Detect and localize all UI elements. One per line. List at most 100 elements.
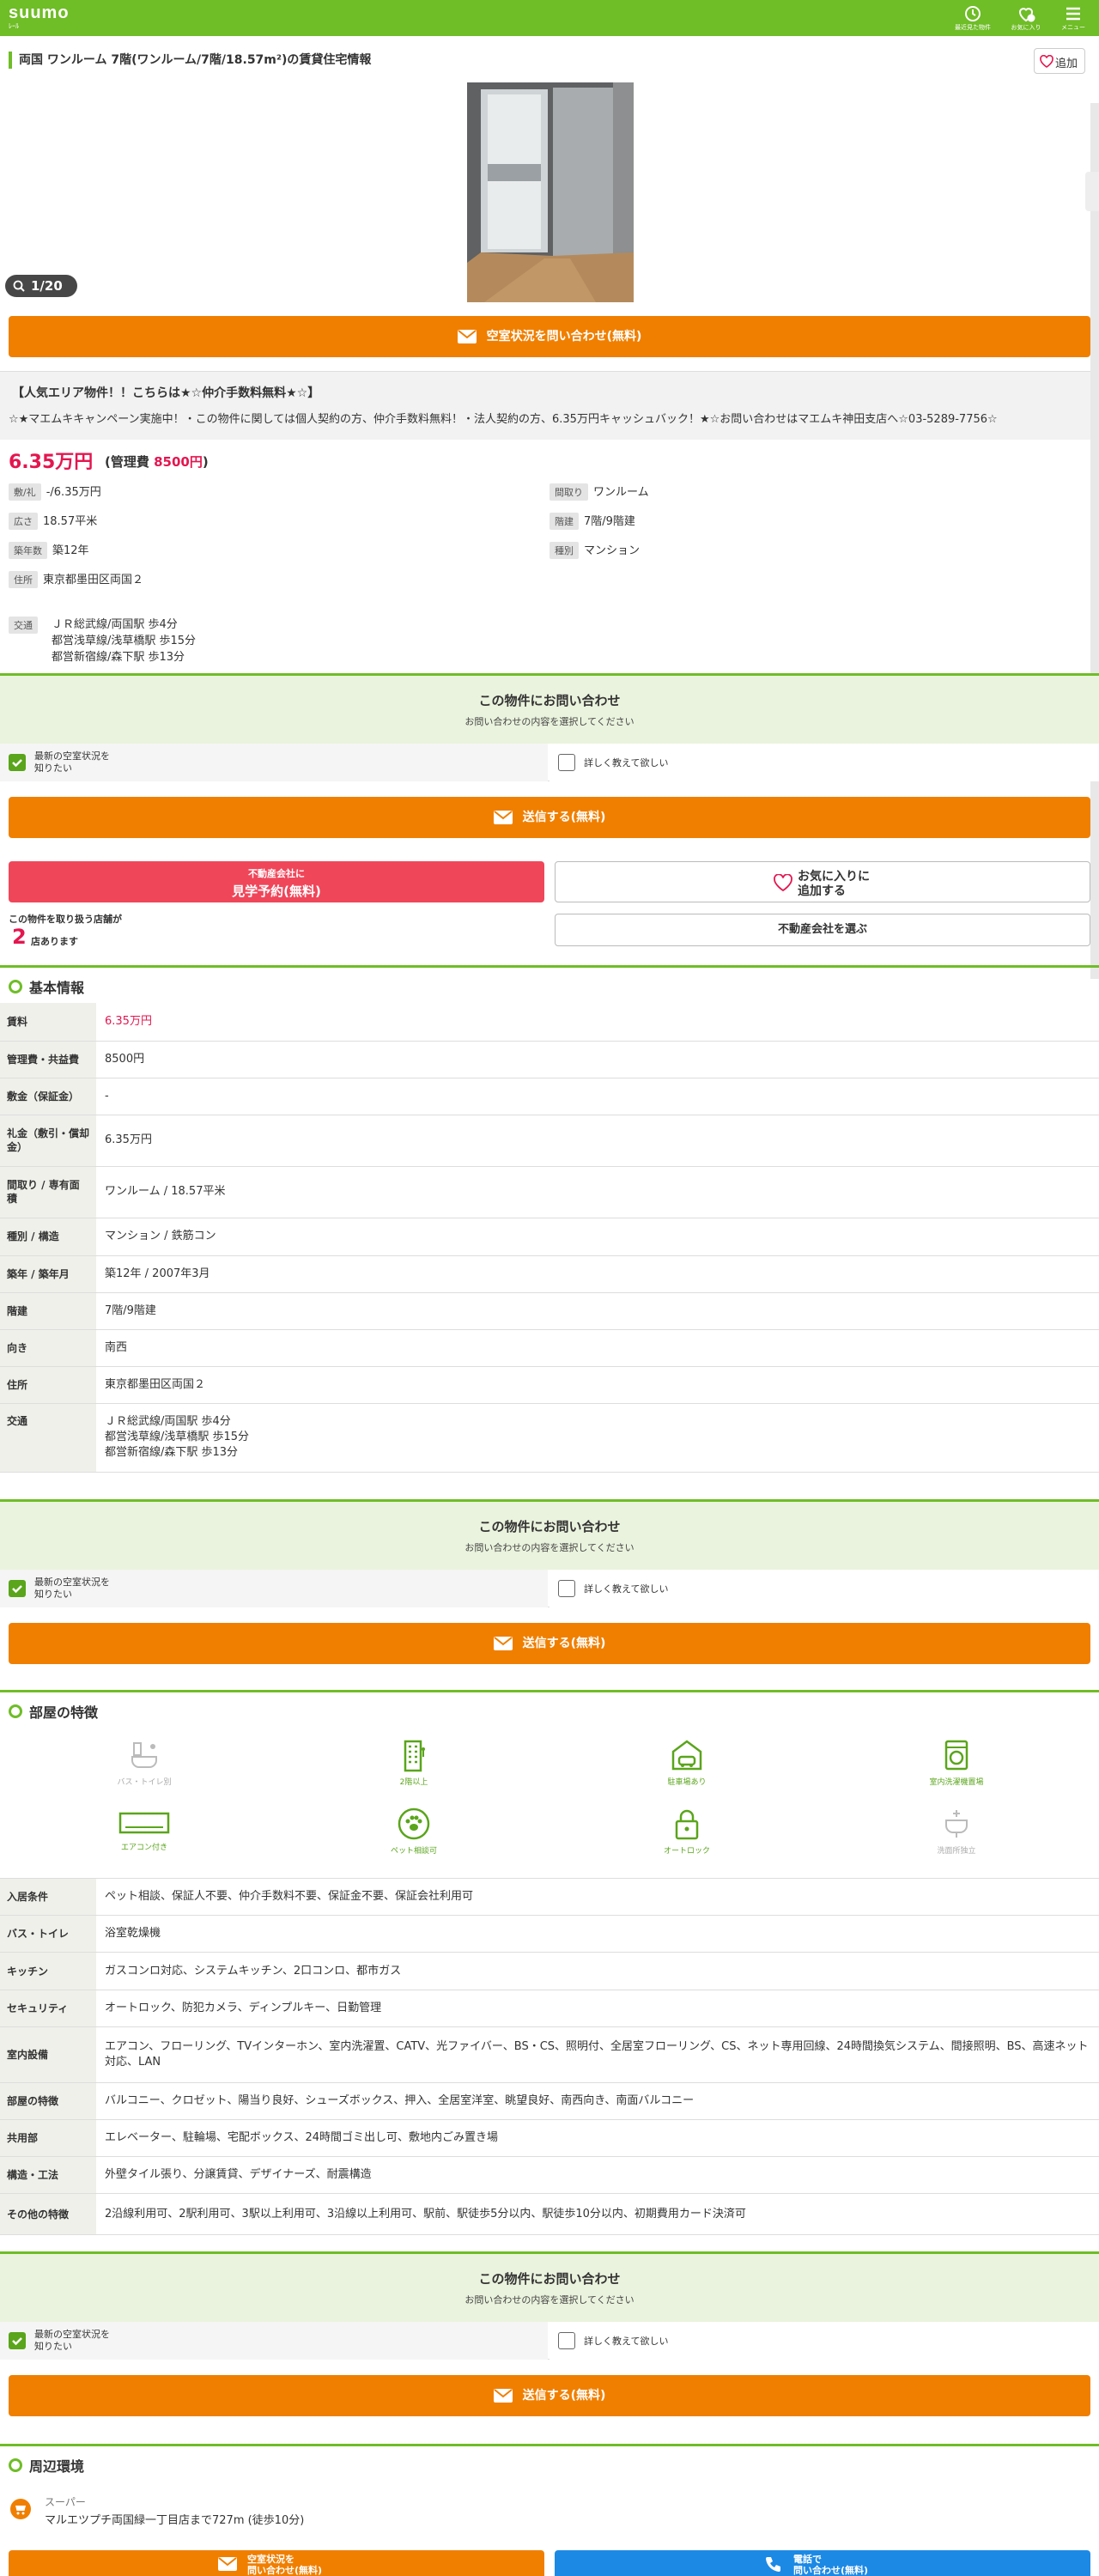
shops-text: この物件を取り扱う店舗が xyxy=(9,914,122,925)
feature-label: 2階以上 xyxy=(399,1778,428,1787)
row-value: 6.35万円 xyxy=(96,1003,1099,1042)
checkbox-checked[interactable] xyxy=(9,2332,26,2349)
checkbox-checked[interactable] xyxy=(9,754,26,771)
shops-count: 2 xyxy=(12,925,27,949)
checkbox-unchecked[interactable] xyxy=(558,2332,575,2349)
row-label: 種別 / 構造 xyxy=(0,1218,96,1256)
option-details[interactable]: 詳しく教えて欲しい xyxy=(550,744,1099,781)
add-favorite-button[interactable]: 追加 xyxy=(1034,48,1085,74)
aircon-icon xyxy=(118,1812,170,1834)
option-a-text: 最新の空室状況を 知りたい xyxy=(34,750,110,775)
favorite-line2: 追加する xyxy=(798,884,846,898)
feature-second-floor: 2階以上 xyxy=(276,1738,551,1787)
row-value: オートロック、防犯カメラ、ディンプルキー、日勤管理 xyxy=(96,1990,1099,2027)
checkbox-checked[interactable] xyxy=(9,1580,26,1597)
option-latest-vacancy[interactable]: 最新の空室状況を 知りたい xyxy=(0,744,548,781)
row-label: 間取り / 専有面積 xyxy=(0,1166,96,1218)
feature-label: オートロック xyxy=(663,1847,710,1856)
favorites-button[interactable]: お気に入り xyxy=(1005,3,1047,35)
table-row: 住所 東京都墨田区両国２ xyxy=(0,1366,1099,1404)
checkbox-unchecked[interactable] xyxy=(558,754,575,771)
visit-reservation-button[interactable]: 不動産会社に 見学予約(無料) xyxy=(9,861,544,902)
pet-icon xyxy=(398,1807,430,1840)
property-photo[interactable] xyxy=(467,82,634,302)
management-value: 8500円 xyxy=(154,454,203,470)
spec-layout: 間取り ワンルーム xyxy=(550,483,649,501)
send-label: 送信する(無料) xyxy=(522,811,606,824)
shops-suffix: 店あります xyxy=(31,936,78,947)
inquiry-title: この物件にお問い合わせ xyxy=(478,2271,621,2287)
history-label: 最近見た物件 xyxy=(955,24,991,31)
row-value: エアコン、フローリング、TVインターホン、室内洗濯置、CATV、光ファイバー、B… xyxy=(96,2026,1099,2083)
management-close: ) xyxy=(202,454,209,470)
row-label: 共用部 xyxy=(0,2119,96,2157)
menu-label: メニュー xyxy=(1061,24,1085,31)
row-label: 階建 xyxy=(0,1292,96,1330)
option-latest-vacancy[interactable]: 最新の空室状況を 知りたい xyxy=(0,2322,548,2360)
option-details[interactable]: 詳しく教えて欲しい xyxy=(550,2322,1099,2360)
row-value: 浴室乾燥機 xyxy=(96,1915,1099,1953)
photo-counter[interactable]: 1/20 xyxy=(5,275,77,297)
table-row: 共用部 エレベーター、駐輪場、宅配ボックス、24時間ゴミ出し可、敷地内ごみ置き場 xyxy=(0,2119,1099,2157)
mail-icon xyxy=(493,2389,513,2403)
send-button[interactable]: 送信する(無料) xyxy=(9,1623,1090,1664)
bottom-phone-button[interactable]: 電話で 問い合わせ(無料) xyxy=(555,2550,1090,2576)
section-title: 基本情報 xyxy=(29,980,85,996)
table-row: 室内設備 エアコン、フローリング、TVインターホン、室内洗濯置、CATV、光ファイ… xyxy=(0,2026,1099,2083)
scrollbar-track[interactable] xyxy=(1090,103,1099,979)
visit-small-label: 不動産会社に xyxy=(248,868,305,879)
select-agent-button[interactable]: 不動産会社を選ぶ xyxy=(555,914,1090,946)
option-a-line2: 知りたい xyxy=(34,762,72,774)
side-tab-handle[interactable] xyxy=(1085,172,1099,211)
suumo-logo[interactable]: suumo ﾚｰﾙ xyxy=(9,3,70,30)
section-title: 周辺環境 xyxy=(29,2458,85,2475)
inquiry-options: 最新の空室状況を 知りたい 詳しく教えて欲しい xyxy=(0,1570,1099,1607)
page-title: 両国 ワンルーム 7階(ワンルーム/7階/18.57m²)の賃貸住宅情報 xyxy=(9,52,1005,69)
spec-tag: 住所 xyxy=(9,571,38,588)
spec-tag: 種別 xyxy=(550,542,579,559)
nearby-section-header: 周辺環境 xyxy=(0,2444,1099,2482)
management-fee: (管理費 8500円) xyxy=(105,453,209,471)
check-icon xyxy=(12,2337,22,2346)
spec-value: 18.57平米 xyxy=(43,515,98,528)
menu-button[interactable]: メニュー xyxy=(1052,3,1095,35)
bottom-vacancy-button[interactable]: 空室状況を 問い合わせ(無料) xyxy=(9,2550,544,2576)
option-details[interactable]: 詳しく教えて欲しい xyxy=(550,1570,1099,1607)
check-icon xyxy=(12,1585,22,1594)
row-value: 2沿線利用可、2駅利用可、3駅以上利用可、3沿線以上利用可、駅前、駅徒歩5分以内… xyxy=(96,2193,1099,2235)
features-table: 入居条件 ペット相談、保証人不要、仲介手数料不要、保証金不要、保証会社利用可 バス… xyxy=(0,1878,1099,2235)
option-b-text: 詳しく教えて欲しい xyxy=(584,2336,669,2347)
send-button[interactable]: 送信する(無料) xyxy=(9,797,1090,838)
feature-label: 洗面所独立 xyxy=(937,1847,976,1856)
send-label: 送信する(無料) xyxy=(522,1637,606,1650)
spec-floor: 階建 7階/9階建 xyxy=(550,512,635,530)
phone-icon xyxy=(766,2557,780,2572)
spec-tag: 広さ xyxy=(9,513,38,530)
sink-icon xyxy=(945,1810,968,1838)
access-line: ＪＲ総武線/両国駅 歩4分 xyxy=(105,1415,231,1428)
checkbox-unchecked[interactable] xyxy=(558,1580,575,1597)
vacancy-inquiry-button[interactable]: 空室状況を問い合わせ(無料) xyxy=(9,316,1090,357)
feature-sink: 洗面所独立 xyxy=(819,1807,1094,1856)
row-label: 向き xyxy=(0,1329,96,1367)
row-label: バス・トイレ xyxy=(0,1915,96,1953)
send-button[interactable]: 送信する(無料) xyxy=(9,2375,1090,2416)
table-row: 賃料 6.35万円 xyxy=(0,1003,1099,1042)
row-label: 部屋の特徴 xyxy=(0,2082,96,2120)
spec-access: 交通 xyxy=(9,617,43,634)
option-latest-vacancy[interactable]: 最新の空室状況を 知りたい xyxy=(0,1570,548,1607)
row-label: 賃料 xyxy=(0,1003,96,1042)
row-label: 礼金（敷引・償却金） xyxy=(0,1115,96,1167)
option-b-text: 詳しく教えて欲しい xyxy=(584,757,669,769)
access-line: ＪＲ総武線/両国駅 歩4分 xyxy=(52,618,178,631)
feature-label: エアコン付き xyxy=(120,1844,167,1852)
feature-label: 駐車場あり xyxy=(667,1778,707,1787)
table-row: セキュリティ オートロック、防犯カメラ、ディンプルキー、日勤管理 xyxy=(0,1990,1099,2027)
add-to-favorites-button[interactable]: お気に入りに 追加する xyxy=(555,861,1090,902)
inquiry-options: 最新の空室状況を 知りたい 詳しく教えて欲しい xyxy=(0,2322,1099,2360)
table-row: 礼金（敷引・償却金） 6.35万円 xyxy=(0,1115,1099,1167)
spec-type: 種別 マンション xyxy=(550,541,640,559)
features-section-header: 部屋の特徴 xyxy=(0,1690,1099,1728)
pr-title: 【人気エリア物件！！こちらは★☆仲介手数料無料★☆】 xyxy=(12,386,320,400)
history-button[interactable]: 最近見た物件 xyxy=(951,3,994,35)
